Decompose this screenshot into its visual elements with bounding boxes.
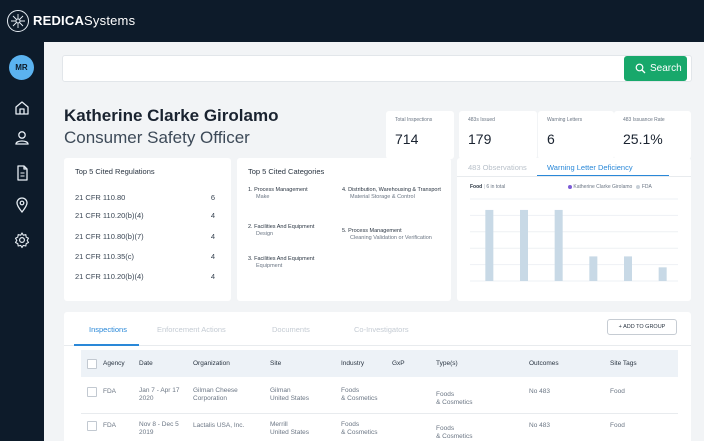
settings-icon[interactable] <box>12 230 32 250</box>
regulation-row[interactable]: 21 CFR 110.35(c) 4 <box>75 252 215 261</box>
regulation-row[interactable]: 21 CFR 110.20(b)(4) 4 <box>75 272 215 281</box>
tab-co-investigators[interactable]: Co-Investigators <box>354 325 409 334</box>
tab-rule <box>64 345 691 346</box>
records-panel: Inspections Enforcement Actions Document… <box>64 312 691 441</box>
brand-name: REDICASystems <box>33 13 136 28</box>
column-types[interactable]: Type(s) <box>436 360 458 367</box>
tab-documents[interactable]: Documents <box>272 325 310 334</box>
cell-site-tags: Food <box>610 422 625 429</box>
cell-site[interactable]: Gilman United States <box>270 387 309 403</box>
row-checkbox[interactable] <box>87 421 97 431</box>
column-site[interactable]: Site <box>270 360 281 367</box>
sidebar: MR <box>0 42 44 441</box>
stat-total-inspections: Total Inspections 714 <box>386 111 454 159</box>
cell-agency: FDA <box>103 422 116 429</box>
table-row[interactable]: FDA Jan 7 - Apr 17 2020 Gilman Cheese Corp… <box>81 387 678 413</box>
chart-bar[interactable] <box>520 209 528 281</box>
cell-site-tags: Food <box>610 388 625 395</box>
search-button[interactable]: Search <box>624 56 687 81</box>
stat-483s-issued: 483s Issued 179 <box>459 111 537 159</box>
search-field[interactable] <box>63 56 613 81</box>
column-gxp[interactable]: GxP <box>392 360 405 367</box>
column-agency[interactable]: Agency <box>103 360 125 367</box>
category-item[interactable]: 2. Facilities And Equipment Design <box>248 224 343 238</box>
column-industry[interactable]: Industry <box>341 360 364 367</box>
add-to-group-button[interactable]: + ADD TO GROUP <box>607 319 677 335</box>
regulation-row[interactable]: 21 CFR 110.80 6 <box>75 193 215 202</box>
top-bar: REDICASystems <box>0 0 704 42</box>
top-regulations-card: Top 5 Cited Regulations 21 CFR 110.80 6 2… <box>64 158 231 301</box>
chart-bar[interactable] <box>658 267 667 281</box>
column-outcomes[interactable]: Outcomes <box>529 360 559 367</box>
home-icon[interactable] <box>12 98 32 118</box>
cell-date: Nov 8 - Dec 5 2019 <box>139 421 179 436</box>
category-item[interactable]: 3. Facilities And Equipment Equipment <box>248 256 343 270</box>
row-divider <box>81 413 678 414</box>
tab-enforcement-actions[interactable]: Enforcement Actions <box>157 325 226 334</box>
tab-rule <box>457 176 691 177</box>
chart-tabs: 483 Observations Warning Letter Deficien… <box>457 158 687 176</box>
chart-filter: Food | 6 in total <box>470 184 506 190</box>
top-categories-card: Top 5 Cited Categories 1. Process Manage… <box>237 158 451 301</box>
legend-dot-fda <box>636 184 641 189</box>
category-item[interactable]: 1. Process Management Make <box>248 187 343 201</box>
chart-bar[interactable] <box>589 256 598 281</box>
person-name: Katherine Clarke Girolamo <box>64 106 279 125</box>
person-title: Consumer Safety Officer <box>64 128 250 147</box>
chart-bar[interactable] <box>485 209 494 281</box>
user-icon[interactable] <box>12 128 32 148</box>
row-checkbox[interactable] <box>87 387 97 397</box>
main-content: Search Katherine Clarke Girolamo Consume… <box>44 42 704 441</box>
column-site-tags[interactable]: Site Tags <box>610 360 637 367</box>
tab-warning-letter-deficiency[interactable]: Warning Letter Deficiency <box>547 163 633 172</box>
legend-dot-person <box>568 184 572 189</box>
search-icon <box>635 63 646 74</box>
chart-legend: Katherine Clarke Girolamo FDA <box>568 184 652 190</box>
cell-organization[interactable]: Lactalis USA, Inc. <box>193 422 244 430</box>
location-icon[interactable] <box>12 195 32 215</box>
tab-inspections[interactable]: Inspections <box>89 325 127 334</box>
stat-warning-letters: Warning Letters 6 <box>538 111 614 159</box>
table-row[interactable]: FDA Nov 8 - Dec 5 2019 Lactalis USA, Inc.… <box>81 421 678 441</box>
active-tab-underline <box>74 344 139 346</box>
cell-types: Foods & Cosmetics <box>436 391 473 406</box>
cell-organization[interactable]: Gilman Cheese Corporation <box>193 387 238 403</box>
select-all-checkbox[interactable] <box>87 359 97 369</box>
column-date[interactable]: Date <box>139 360 153 367</box>
stat-483-issuance-rate: 483 Issuance Rate 25.1% <box>614 111 691 159</box>
regulation-row[interactable]: 21 CFR 110.80(b)(7) 4 <box>75 232 215 241</box>
column-organization[interactable]: Organization <box>193 360 230 367</box>
tab-483-observations[interactable]: 483 Observations <box>468 163 527 172</box>
category-item[interactable]: 4. Distribution, Warehousing & Transport… <box>342 187 442 201</box>
cell-date: Jan 7 - Apr 17 2020 <box>139 387 180 402</box>
logo-icon <box>7 10 29 32</box>
avatar[interactable]: MR <box>9 55 34 80</box>
regulation-row[interactable]: 21 CFR 110.20(b)(4) 4 <box>75 211 215 220</box>
cell-outcome: No 483 <box>529 422 550 429</box>
deficiency-bar-chart <box>470 198 678 282</box>
cell-outcome: No 483 <box>529 388 550 395</box>
table-header: Agency Date Organization Site Industry G… <box>81 350 678 377</box>
cell-types: Foods & Cosmetics <box>436 425 473 440</box>
cell-industry: Foods & Cosmetics <box>341 421 378 436</box>
category-item[interactable]: 5. Process Management Cleaning Validation… <box>342 228 442 242</box>
search-input[interactable] <box>62 55 692 82</box>
cell-agency: FDA <box>103 388 116 395</box>
deficiency-chart-card: 483 Observations Warning Letter Deficien… <box>457 158 691 301</box>
cell-industry: Foods & Cosmetics <box>341 387 378 402</box>
chart-bar[interactable] <box>554 209 563 281</box>
chart-bar[interactable] <box>624 256 632 281</box>
cell-site[interactable]: Merrill United States <box>270 421 309 437</box>
documents-icon[interactable] <box>12 163 32 183</box>
